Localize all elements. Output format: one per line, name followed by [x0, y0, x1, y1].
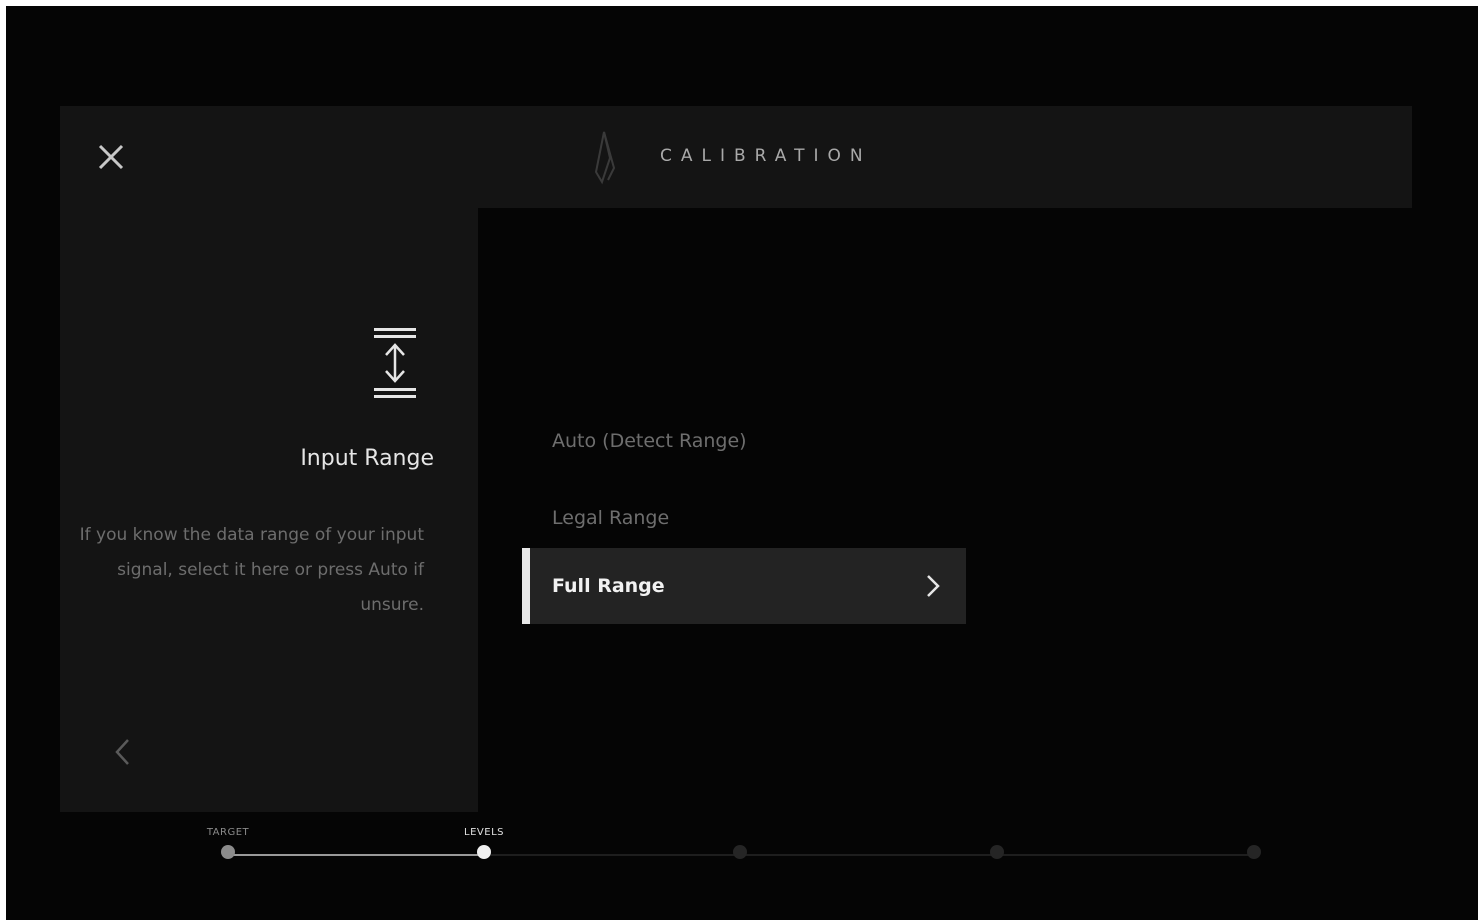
step-dot	[733, 845, 747, 859]
step-levels: LEVELS	[424, 826, 544, 859]
chevron-right-icon	[927, 575, 940, 597]
panel-heading: Input Range	[300, 446, 434, 471]
step-label	[937, 826, 1057, 840]
back-button[interactable]	[108, 734, 138, 770]
step-label: LEVELS	[464, 827, 504, 838]
close-button[interactable]	[94, 140, 128, 174]
step-5	[1194, 826, 1314, 859]
option-auto-detect-range[interactable]: Auto (Detect Range)	[522, 403, 966, 479]
step-dot	[221, 845, 235, 859]
step-dot	[477, 845, 491, 859]
option-label: Legal Range	[552, 507, 670, 529]
chevron-left-icon	[115, 739, 129, 765]
step-target: TARGET	[168, 826, 288, 859]
input-range-icon	[372, 326, 418, 400]
option-full-range[interactable]: Full Range	[522, 548, 966, 624]
page-title: CALIBRATION	[660, 146, 872, 166]
step-label: TARGET	[206, 827, 250, 838]
panel-description: If you know the data range of your input…	[79, 525, 424, 615]
step-3	[680, 826, 800, 859]
option-label: Auto (Detect Range)	[552, 430, 747, 452]
logo-icon	[584, 128, 624, 186]
step-dot	[990, 845, 1004, 859]
option-legal-range[interactable]: Legal Range	[522, 480, 966, 556]
close-icon	[98, 144, 124, 170]
step-4	[937, 826, 1057, 859]
step-label	[680, 826, 800, 840]
step-label	[1194, 826, 1314, 840]
option-label: Full Range	[552, 575, 665, 597]
step-dot	[1247, 845, 1261, 859]
progress-track-pending	[484, 854, 1254, 856]
